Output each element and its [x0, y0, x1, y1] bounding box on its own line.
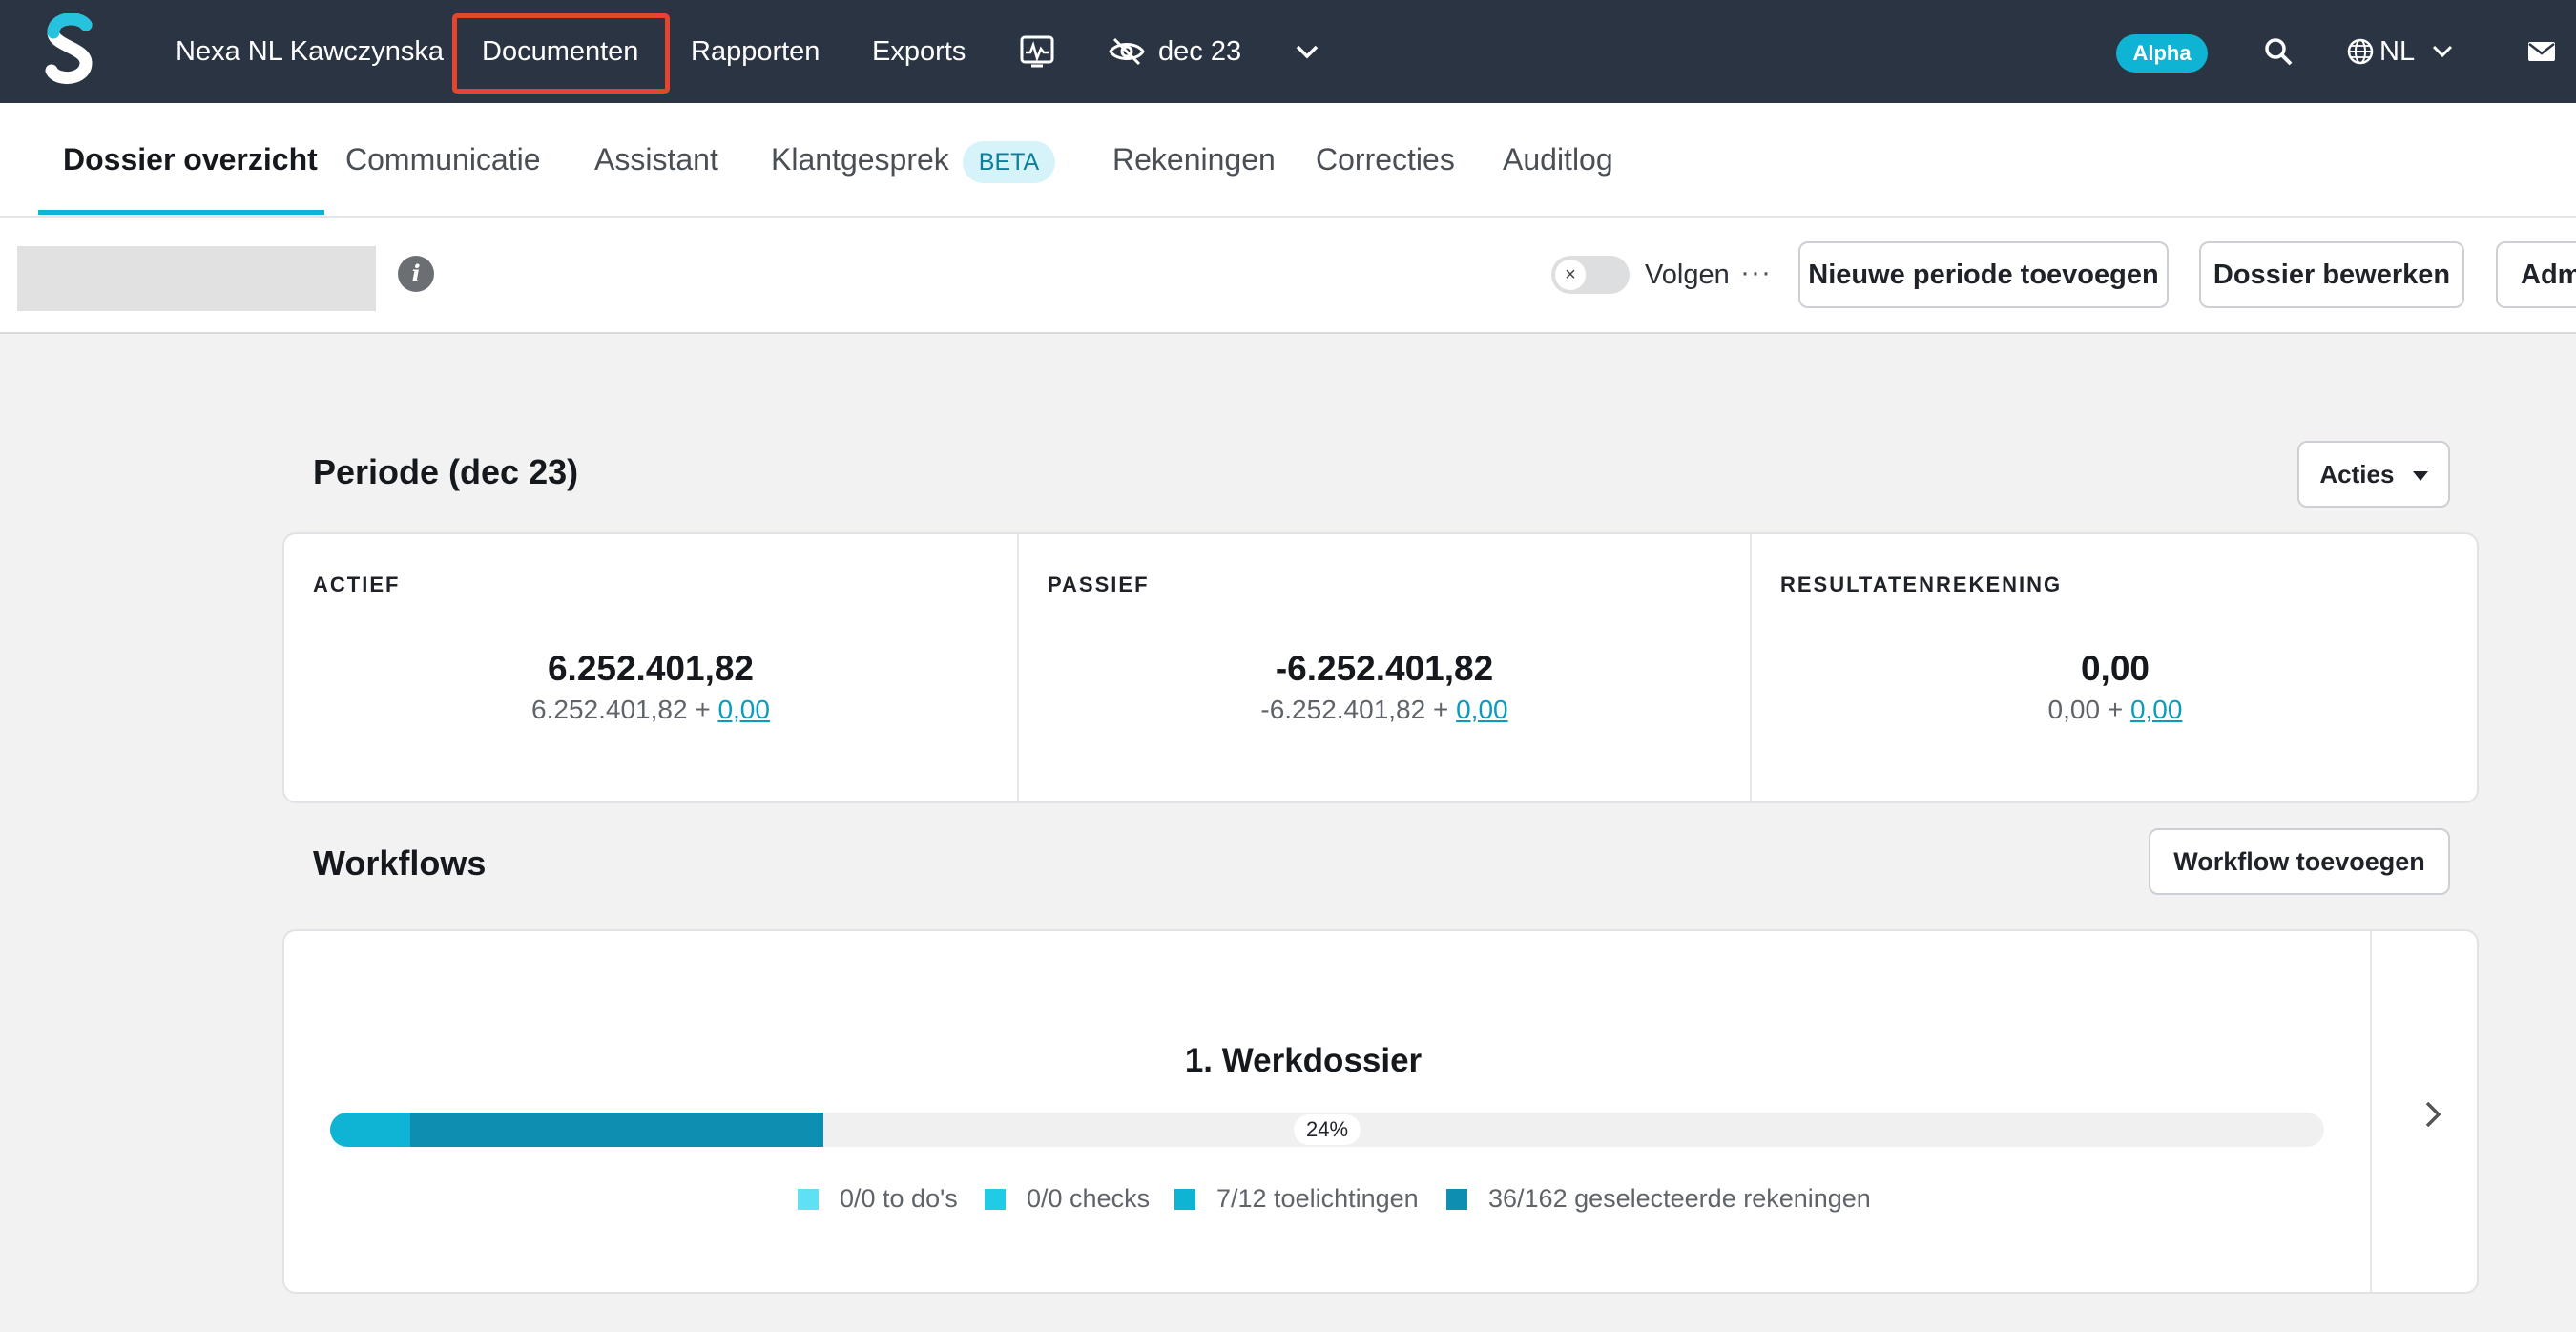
- legend-toelichtingen: 7/12 toelichtingen: [1174, 1181, 1419, 1216]
- workflows-title: Workflows: [313, 843, 487, 883]
- actions-label: Acties: [2319, 460, 2395, 489]
- tab-assistant[interactable]: Assistant: [594, 103, 718, 216]
- legend-label: 36/162 geselecteerde rekeningen: [1488, 1184, 1871, 1213]
- stat-correction-link[interactable]: 0,00: [2130, 695, 2183, 724]
- stat-correction-link[interactable]: 0,00: [1456, 695, 1508, 724]
- follow-toggle[interactable]: ×: [1551, 256, 1630, 294]
- add-workflow-button[interactable]: Workflow toevoegen: [2149, 828, 2450, 895]
- logo-icon[interactable]: [44, 13, 97, 86]
- period-summary-card: ACTIEF 6.252.401,82 6.252.401,82 + 0,00 …: [282, 532, 2479, 803]
- legend-label: 0/0 to do's: [840, 1184, 958, 1213]
- actions-dropdown[interactable]: Acties: [2297, 441, 2450, 508]
- tab-klantgesprek[interactable]: Klantgesprek BETA: [771, 103, 1056, 216]
- alpha-badge: Alpha: [2116, 34, 2208, 73]
- progress-segment-toelichtingen: [330, 1113, 410, 1147]
- legend-swatch: [798, 1189, 819, 1210]
- tab-rekeningen[interactable]: Rekeningen: [1112, 103, 1276, 216]
- active-tab-indicator: [38, 210, 324, 215]
- follow-label: Volgen: [1645, 260, 1730, 290]
- legend-swatch: [985, 1189, 1006, 1210]
- stat-breakdown: 6.252.401,82 + 0,00: [284, 695, 1017, 725]
- tab-bar: Dossier overzicht Communicatie Assistant…: [0, 103, 2576, 218]
- progress-segment-rekeningen: [410, 1113, 823, 1147]
- globe-icon[interactable]: [2337, 29, 2383, 74]
- stat-correction-link[interactable]: 0,00: [717, 695, 770, 724]
- legend-swatch: [1174, 1189, 1195, 1210]
- info-icon[interactable]: i: [398, 256, 434, 292]
- search-icon[interactable]: [2255, 29, 2301, 74]
- workflow-card[interactable]: [282, 929, 2479, 1294]
- period-selector[interactable]: dec 23: [1158, 0, 1241, 103]
- stat-label: RESULTATENREKENING: [1780, 572, 2063, 596]
- stat-resultatenrekening: RESULTATENREKENING 0,00 0,00 + 0,00: [1752, 534, 2479, 801]
- nav-exports[interactable]: Exports: [872, 0, 966, 103]
- language-chevron-icon[interactable]: [2420, 29, 2465, 74]
- stat-value: -6.252.401,82: [1275, 649, 1494, 688]
- legend-rekeningen: 36/162 geselecteerde rekeningen: [1446, 1181, 1871, 1216]
- legend-checks: 0/0 checks: [985, 1181, 1150, 1216]
- top-navigation-bar: Nexa NL Kawczynska Documenten Rapporten …: [0, 0, 2576, 103]
- legend-swatch: [1446, 1189, 1467, 1210]
- dossier-toolbar: i × Volgen ··· Nieuwe periode toevoegen …: [0, 218, 2576, 334]
- tab-klantgesprek-label: Klantgesprek: [771, 142, 949, 177]
- stat-label: PASSIEF: [1048, 572, 1150, 596]
- progress-percentage: 24%: [1294, 1114, 1361, 1145]
- close-icon: ×: [1555, 260, 1586, 290]
- stat-base: 6.252.401,82 +: [531, 695, 718, 724]
- tab-auditlog[interactable]: Auditlog: [1503, 103, 1613, 216]
- tab-communicatie[interactable]: Communicatie: [345, 103, 541, 216]
- chevron-down-icon[interactable]: [1284, 29, 1330, 74]
- legend-label: 7/12 toelichtingen: [1216, 1184, 1419, 1213]
- chevron-right-icon[interactable]: [2423, 1099, 2442, 1130]
- card-divider: [2370, 931, 2372, 1292]
- stat-breakdown: 0,00 + 0,00: [1752, 695, 2479, 725]
- admin-button[interactable]: Adm: [2496, 241, 2576, 308]
- stat-value: 6.252.401,82: [547, 649, 755, 688]
- edit-dossier-button[interactable]: Dossier bewerken: [2199, 241, 2464, 308]
- stat-base: 0,00 +: [2047, 695, 2130, 724]
- stat-value: 0,00: [2080, 649, 2150, 688]
- stat-passief: PASSIEF -6.252.401,82 -6.252.401,82 + 0,…: [1019, 534, 1750, 801]
- tab-dossier-overzicht[interactable]: Dossier overzicht: [63, 103, 318, 216]
- caret-down-icon: [2412, 471, 2428, 481]
- mail-icon[interactable]: [2519, 29, 2565, 74]
- beta-badge: BETA: [962, 140, 1056, 183]
- nav-rapporten[interactable]: Rapporten: [691, 0, 820, 103]
- nav-documenten[interactable]: Documenten: [482, 0, 638, 103]
- workflow-name: 1. Werkdossier: [1184, 1042, 1423, 1079]
- period-title: Periode (dec 23): [313, 452, 579, 491]
- new-period-button[interactable]: Nieuwe periode toevoegen: [1798, 241, 2169, 308]
- stat-actief: ACTIEF 6.252.401,82 6.252.401,82 + 0,00: [284, 534, 1017, 801]
- language-selector[interactable]: NL: [2379, 0, 2415, 103]
- eye-off-icon[interactable]: [1104, 29, 1150, 74]
- stat-label: ACTIEF: [313, 572, 401, 596]
- stat-base: -6.252.401,82 +: [1260, 695, 1457, 724]
- company-name[interactable]: Nexa NL Kawczynska: [176, 0, 444, 103]
- dossier-name-placeholder: [17, 246, 376, 311]
- activity-monitor-icon[interactable]: [1014, 29, 1060, 74]
- legend-todos: 0/0 to do's: [798, 1181, 958, 1216]
- legend-label: 0/0 checks: [1027, 1184, 1151, 1213]
- stat-breakdown: -6.252.401,82 + 0,00: [1019, 695, 1750, 725]
- more-options-icon[interactable]: ···: [1740, 254, 1772, 292]
- tab-correcties[interactable]: Correcties: [1316, 103, 1455, 216]
